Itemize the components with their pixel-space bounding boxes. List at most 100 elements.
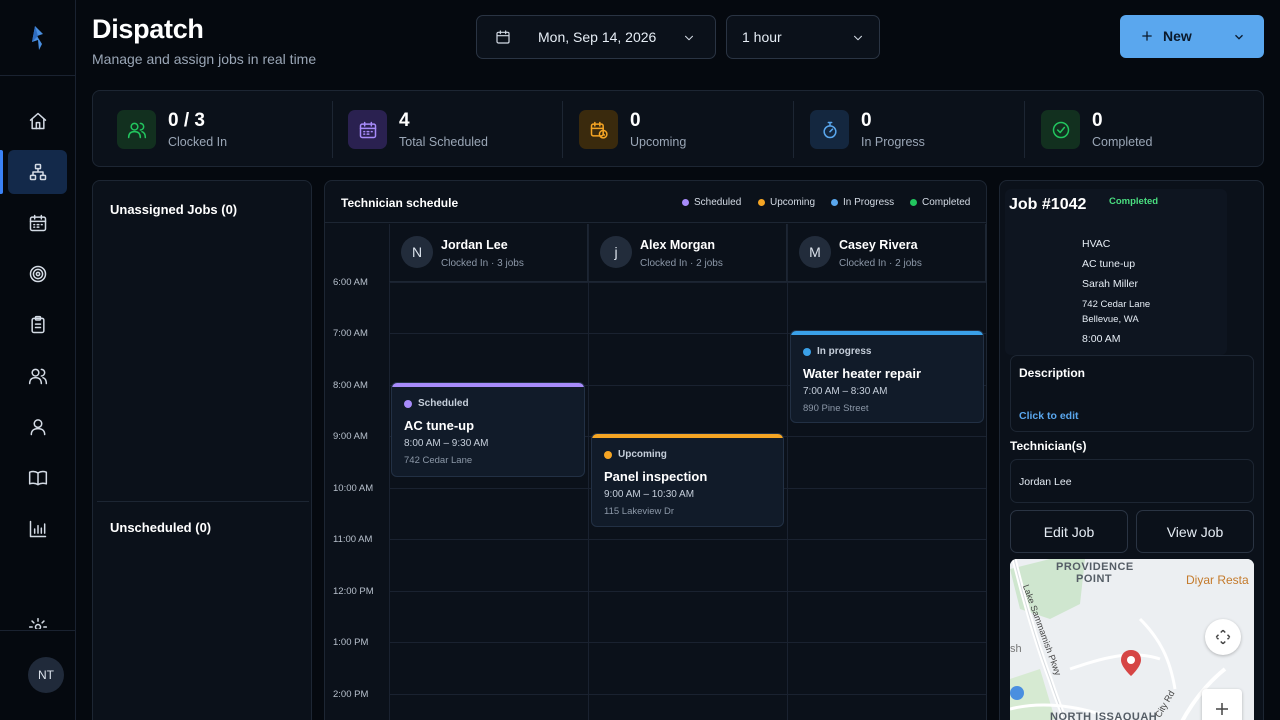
schedule-title: Technician schedule <box>341 196 459 210</box>
legend-item-upcoming: Upcoming <box>758 197 815 208</box>
user-icon <box>30 419 45 436</box>
stat-icon-box <box>348 110 387 149</box>
stat-value: 0 <box>861 110 872 131</box>
sidebar-item-profile[interactable] <box>8 405 67 449</box>
technician-column-header[interactable]: N Jordan Lee Clocked In · 3 jobs <box>389 224 588 282</box>
technician-column-header[interactable]: M Casey Rivera Clocked In · 2 jobs <box>787 224 986 282</box>
stat-divider <box>562 101 563 158</box>
new-button[interactable]: New <box>1120 15 1264 58</box>
sidebar-item-clipboard[interactable] <box>8 303 67 347</box>
app-logo[interactable] <box>0 0 76 76</box>
sidebar-item-settings[interactable] <box>8 603 67 629</box>
technician-name: Jordan Lee <box>441 238 508 252</box>
edit-job-label: Edit Job <box>1043 523 1095 540</box>
job-status: In progress <box>803 346 871 357</box>
legend-dot <box>682 199 689 206</box>
job-time: 7:00 AM – 8:30 AM <box>803 386 888 397</box>
panel-divider <box>97 501 309 502</box>
gear-icon <box>28 617 47 629</box>
sidebar-item-target[interactable] <box>8 252 67 296</box>
calendar-icon <box>29 214 46 232</box>
sidebar-item-reports[interactable] <box>8 507 67 551</box>
stat-label: In Progress <box>861 135 925 149</box>
map-fullscreen-button[interactable] <box>1205 619 1241 655</box>
time-label: 9:00 AM <box>333 431 368 442</box>
job-card-water-heater-repair[interactable]: In progress Water heater repair 7:00 AM … <box>790 330 984 423</box>
plus-icon <box>1216 703 1228 715</box>
legend-dot <box>758 199 765 206</box>
book-icon <box>28 470 47 486</box>
job-customer: Sarah Miller <box>1082 278 1139 290</box>
interval-select[interactable]: 1 hour <box>726 15 880 59</box>
technician-field[interactable]: Jordan Lee <box>1010 459 1254 503</box>
job-address-line1: 742 Cedar Lane <box>1082 299 1151 310</box>
job-address: 115 Lakeview Dr <box>604 506 675 517</box>
date-picker[interactable]: Mon, Sep 14, 2026 <box>476 15 716 59</box>
time-label: 2:00 PM <box>333 689 369 700</box>
time-label: 6:00 AM <box>333 277 368 288</box>
map-zoom-in-button[interactable] <box>1202 689 1242 720</box>
sidebar-item-dispatch[interactable] <box>0 150 67 194</box>
legend-dot <box>910 199 917 206</box>
home-icon <box>29 112 46 130</box>
stat-upcoming: 0 Upcoming <box>579 91 686 168</box>
technician-avatar: N <box>401 236 433 268</box>
description-label: Description <box>1019 366 1086 380</box>
job-time: 9:00 AM – 10:30 AM <box>604 489 695 500</box>
map-label: NORTH ISSAQUAH <box>1050 711 1158 720</box>
technician-name: Casey Rivera <box>839 238 918 252</box>
stat-label: Upcoming <box>630 135 687 149</box>
chevron-down-icon <box>853 35 863 41</box>
legend-label: In Progress <box>843 197 895 208</box>
grid-row-line <box>389 282 986 283</box>
map-label: Diyar Resta <box>1186 573 1249 587</box>
new-button-label: New <box>1163 28 1192 44</box>
edit-job-button[interactable]: Edit Job <box>1010 510 1128 553</box>
legend-label: Scheduled <box>694 197 742 208</box>
stat-divider <box>793 101 794 158</box>
job-status: Upcoming <box>604 449 667 460</box>
grid-row-line <box>389 591 986 592</box>
job-card-panel-inspection[interactable]: Upcoming Panel inspection 9:00 AM – 10:3… <box>591 433 784 527</box>
job-address-line2: Bellevue, WA <box>1082 314 1139 325</box>
job-title: AC tune-up <box>404 418 475 433</box>
legend-item-in-progress: In Progress <box>831 197 894 208</box>
stat-icon-box <box>1041 110 1080 149</box>
view-job-button[interactable]: View Job <box>1136 510 1254 553</box>
job-address: 890 Pine Street <box>803 403 869 414</box>
users-icon <box>28 368 47 385</box>
time-label: 12:00 PM <box>333 586 374 597</box>
description-edit-link[interactable]: Click to edit <box>1019 410 1079 422</box>
hierarchy-icon <box>29 163 46 181</box>
target-icon <box>29 265 46 283</box>
job-status-bar <box>392 383 584 387</box>
status-dot <box>404 399 412 408</box>
sidebar-item-team[interactable] <box>8 354 67 398</box>
stat-value: 0 / 3 <box>168 110 205 131</box>
stat-label: Total Scheduled <box>399 135 488 149</box>
description-box[interactable]: Description Click to edit <box>1010 355 1254 432</box>
time-label: 8:00 AM <box>333 380 368 391</box>
job-detail-panel: Job #1042 Completed HVAC AC tune-up Sara… <box>999 180 1264 720</box>
stat-value: 0 <box>630 110 641 131</box>
stat-completed: 0 Completed <box>1041 91 1152 168</box>
user-avatar[interactable]: NT <box>28 657 64 693</box>
calendar-clock-icon <box>590 121 608 139</box>
sidebar-item-docs[interactable] <box>8 456 67 500</box>
sidebar-item-home[interactable] <box>8 99 67 143</box>
technician-meta: Clocked In · 3 jobs <box>441 258 524 269</box>
job-category: HVAC <box>1082 238 1111 250</box>
job-time: 8:00 AM – 9:30 AM <box>404 438 489 449</box>
grid-row-line <box>389 694 986 695</box>
status-dot <box>604 450 612 459</box>
job-service: AC tune-up <box>1082 258 1136 270</box>
jobs-queue-panel: Unassigned Jobs (0) Unscheduled (0) <box>92 180 312 720</box>
technician-column-header[interactable]: j Alex Morgan Clocked In · 2 jobs <box>588 224 787 282</box>
sidebar-item-calendar[interactable] <box>8 201 67 245</box>
job-card-ac-tune-up[interactable]: Scheduled AC tune-up 8:00 AM – 9:30 AM 7… <box>391 382 585 477</box>
job-location-map[interactable]: PROVIDENCE POINT Diyar Resta Lake Sammam… <box>1010 559 1254 720</box>
stat-icon-box <box>579 110 618 149</box>
stat-icon-box <box>117 110 156 149</box>
chevron-down-icon <box>684 35 694 41</box>
page-subtitle: Manage and assign jobs in real time <box>92 51 317 67</box>
